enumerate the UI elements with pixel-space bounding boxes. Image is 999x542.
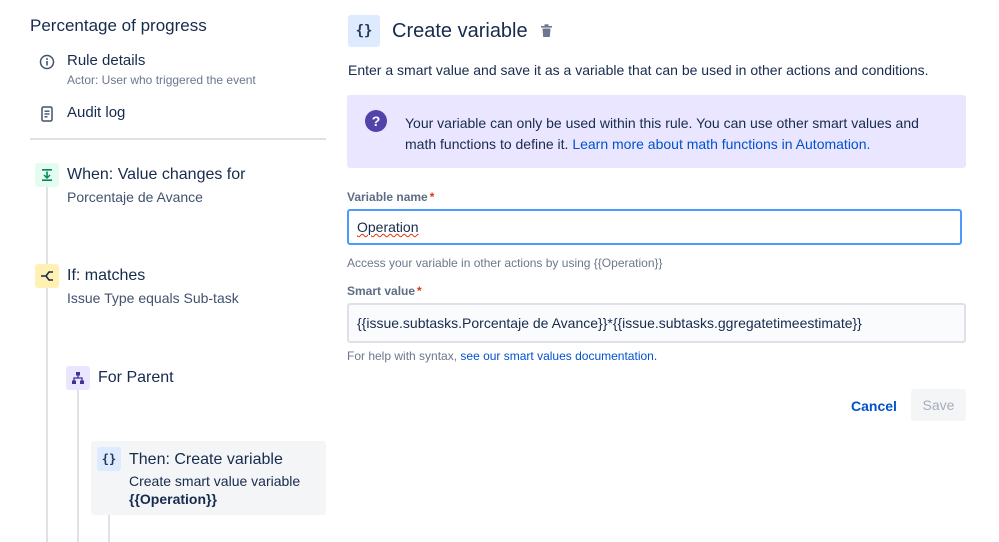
document-icon bbox=[38, 105, 56, 123]
cancel-button[interactable]: Cancel bbox=[841, 390, 907, 422]
smart-value-label: Smart value * bbox=[347, 284, 422, 298]
trash-icon[interactable] bbox=[540, 24, 553, 43]
required-marker: * bbox=[417, 284, 422, 298]
step-trigger-title: When: Value changes for bbox=[67, 166, 246, 183]
step-trigger-desc: Porcentaje de Avance bbox=[67, 189, 203, 205]
rule-details-label: Rule details bbox=[67, 52, 146, 69]
info-icon bbox=[38, 53, 56, 71]
rule-title: Percentage of progress bbox=[30, 16, 207, 35]
step-trigger[interactable]: When: Value changes for Porcentaje de Av… bbox=[35, 163, 245, 205]
variable-icon: {} bbox=[348, 15, 380, 47]
rule-details-actor: Actor: User who triggered the event bbox=[67, 73, 256, 87]
math-functions-link[interactable]: Learn more about math functions in Autom… bbox=[572, 136, 870, 152]
info-text: Your variable can only be used within th… bbox=[405, 113, 945, 155]
nav-audit-log[interactable]: Audit log bbox=[38, 104, 125, 123]
audit-log-label: Audit log bbox=[67, 104, 126, 121]
variable-icon: {} bbox=[97, 447, 121, 471]
step-action-title: Then: Create variable bbox=[129, 451, 283, 468]
trigger-icon bbox=[35, 163, 59, 187]
variable-name-value: Operation bbox=[357, 219, 419, 235]
required-marker: * bbox=[429, 190, 435, 204]
step-branch-title: For Parent bbox=[98, 369, 174, 386]
page-title: Create variable bbox=[392, 20, 528, 42]
branch-icon bbox=[66, 366, 90, 390]
step-condition[interactable]: If: matches Issue Type equals Sub-task bbox=[35, 264, 239, 306]
flow-connector-branch bbox=[77, 390, 79, 542]
nav-rule-details[interactable]: Rule details Actor: User who triggered t… bbox=[38, 52, 256, 87]
step-condition-desc: Issue Type equals Sub-task bbox=[67, 290, 239, 306]
smart-value-help: For help with syntax, see our smart valu… bbox=[347, 349, 657, 363]
step-action-variable: {{Operation}} bbox=[129, 491, 217, 507]
question-icon: ? bbox=[365, 110, 387, 132]
smart-value-help-text: For help with syntax, bbox=[347, 349, 458, 363]
variable-name-label: Variable name * bbox=[347, 190, 434, 204]
step-condition-title: If: matches bbox=[67, 267, 146, 284]
variable-name-help: Access your variable in other actions by… bbox=[347, 256, 663, 270]
variable-name-input[interactable]: Operation bbox=[347, 209, 962, 245]
flow-connector bbox=[46, 186, 48, 542]
save-button[interactable]: Save bbox=[911, 389, 966, 421]
page-description: Enter a smart value and save it as a var… bbox=[348, 62, 929, 78]
smart-value-value: {{issue.subtasks.Porcentaje de Avance}}*… bbox=[357, 315, 862, 331]
step-action[interactable]: {} Then: Create variable Create smart va… bbox=[97, 447, 300, 507]
smart-value-input[interactable]: {{issue.subtasks.Porcentaje de Avance}}*… bbox=[347, 303, 966, 343]
step-branch[interactable]: For Parent bbox=[66, 366, 174, 390]
step-action-desc: Create smart value variable bbox=[129, 473, 301, 489]
smart-values-docs-link[interactable]: see our smart values documentation. bbox=[460, 349, 657, 363]
smart-value-label-text: Smart value bbox=[347, 284, 416, 298]
condition-icon bbox=[35, 264, 59, 288]
sidebar-divider bbox=[30, 138, 326, 140]
variable-name-label-text: Variable name bbox=[347, 190, 428, 204]
